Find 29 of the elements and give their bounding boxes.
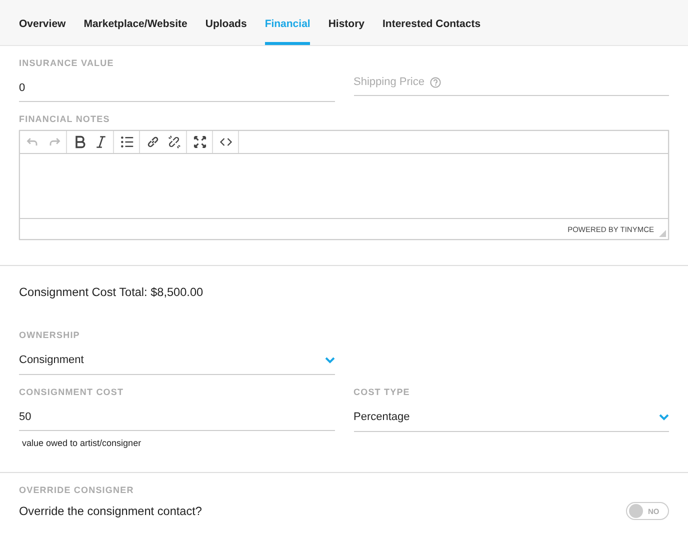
chevron-down-icon <box>659 414 669 420</box>
helper-text: value owed to artist/consigner <box>22 438 142 448</box>
field-label: INSURANCE VALUE <box>19 58 115 68</box>
resize-handle-icon[interactable] <box>659 230 666 237</box>
fullscreen-icon <box>192 135 206 149</box>
field-label: OWNERSHIP <box>19 330 81 340</box>
question-text: Override the consignment contact? <box>19 504 202 518</box>
field-label: FINANCIAL NOTES <box>19 114 111 124</box>
input-field[interactable]: Shipping Price <box>354 70 428 95</box>
bold-icon <box>72 135 86 149</box>
input-field[interactable]: 0 <box>19 76 334 102</box>
field-label: COST TYPE <box>354 387 411 397</box>
chevron-down-icon <box>324 356 334 364</box>
link-icon <box>146 135 160 149</box>
input-field[interactable]: 50 <box>19 405 334 431</box>
select-field[interactable]: Consignment <box>19 348 334 375</box>
italic-icon <box>94 135 108 149</box>
code-icon <box>218 135 232 149</box>
cost-total: Consignment Cost Total: $8,500.00 <box>19 285 204 299</box>
tab[interactable]: Marketplace/Website <box>84 18 188 45</box>
bullet-list-icon <box>120 135 134 149</box>
tab[interactable]: History <box>328 18 365 45</box>
unlink-icon <box>166 135 180 149</box>
select-field[interactable]: Percentage <box>354 405 669 432</box>
tab[interactable]: Interested Contacts <box>382 18 481 45</box>
field-label: OVERRIDE CONSIGNER <box>19 485 135 495</box>
tab[interactable]: Uploads <box>205 18 247 45</box>
tab[interactable]: Overview <box>19 18 66 45</box>
field-label: CONSIGNMENT COST <box>19 387 125 397</box>
